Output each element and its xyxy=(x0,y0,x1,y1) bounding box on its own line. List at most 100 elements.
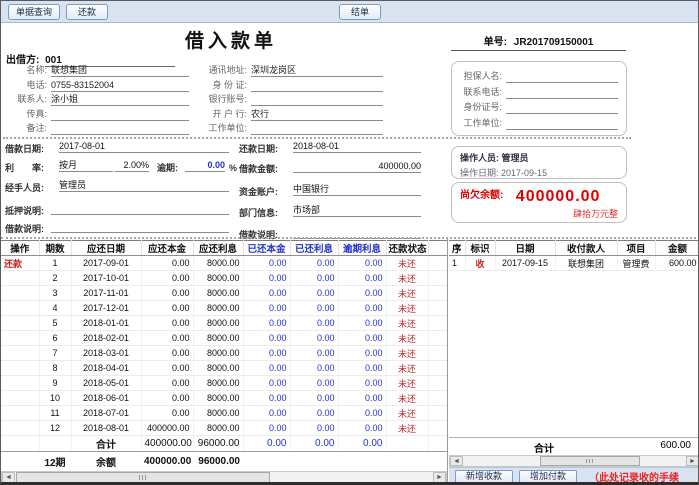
cell-due-interest: 8000.00 xyxy=(193,421,243,436)
cell-overdue-interest: 0.00 xyxy=(338,301,386,316)
cell-status: 未还 xyxy=(386,271,428,286)
scroll-right-icon[interactable]: ► xyxy=(686,456,699,466)
schedule-summary-table: 12期 余额 400000.00 96000.00 xyxy=(1,453,447,469)
cell-period: 10 xyxy=(39,391,71,406)
schedule-scroll-thumb[interactable] xyxy=(16,472,270,483)
overdue-rate-label: 逾期: xyxy=(157,161,178,174)
payments-total-divider xyxy=(449,437,699,438)
balance-box: 尚欠余额: 400000.00 肆拾万元整 xyxy=(451,182,627,223)
field-label: 银行账号: xyxy=(199,93,247,106)
cell-period: 12 xyxy=(39,421,71,436)
field-input[interactable]: 0755-83152004 xyxy=(51,79,189,92)
schedule-total-row: 合计 400000.00 96000.00 0.00 0.00 0.00 xyxy=(1,436,447,452)
field-input[interactable]: 涂小姐 xyxy=(51,93,189,106)
repay-row-link[interactable]: 还款 xyxy=(4,259,22,269)
query-button[interactable]: 单据查询 xyxy=(8,4,60,20)
field-label: 备注: xyxy=(3,122,47,135)
col-header-amount: 金额 xyxy=(655,241,699,256)
cell-clipped xyxy=(428,376,447,391)
field-input[interactable] xyxy=(506,70,618,83)
schedule-table: 操作 期数 应还日期 应还本金 应还利息 已还本金 已还利息 逾期利息 还款状态… xyxy=(1,240,447,452)
field-input[interactable] xyxy=(251,79,383,92)
schedule-hscrollbar[interactable]: ◄ ► xyxy=(1,471,447,484)
doc-number: 单号: JR201709150001 xyxy=(451,33,626,51)
cell-due-interest: 8000.00 xyxy=(193,361,243,376)
toolbar: 单据查询 还款 结单 xyxy=(1,1,699,23)
fund-account-label: 资金账户: xyxy=(239,185,278,198)
schedule-row: 11 2018-07-01 0.00 8000.00 0.00 0.00 0.0… xyxy=(1,406,447,421)
cell-tag: 收 xyxy=(465,256,495,271)
field-input[interactable] xyxy=(51,108,189,121)
handler-field[interactable]: 管理员 xyxy=(59,179,229,192)
borrow-note-label: 借款说明: xyxy=(5,222,44,235)
payments-button-bar: 新增收款 增加付款 （此处记录收的手续 xyxy=(449,467,699,485)
field-input[interactable] xyxy=(251,122,383,135)
summary-interest: 96000.00 xyxy=(193,453,243,469)
repay-button[interactable]: 还款 xyxy=(66,4,108,20)
scroll-grip-icon xyxy=(139,475,148,480)
close-bill-button[interactable]: 结单 xyxy=(339,4,381,20)
scroll-left-icon[interactable]: ◄ xyxy=(2,472,15,483)
pledge-field[interactable] xyxy=(51,202,229,215)
page-title: 借入款单 xyxy=(151,26,311,53)
department-field[interactable]: 市场部 xyxy=(293,204,421,217)
payments-table: 序 标识 日期 收付款人 项目 金额 1 收 2017-09-15 联想集团 管 xyxy=(449,240,699,271)
repay-date-field[interactable]: 2018-08-01 xyxy=(293,140,421,153)
field-input[interactable] xyxy=(51,122,189,135)
rate-value-field[interactable]: 2.00% xyxy=(115,159,149,172)
doc-number-label: 单号: xyxy=(484,37,507,48)
cell-due-date: 2018-04-01 xyxy=(71,361,141,376)
scroll-left-icon[interactable]: ◄ xyxy=(450,456,463,466)
cell-paid-interest: 0.00 xyxy=(290,286,338,301)
payments-scroll-thumb[interactable] xyxy=(540,456,640,466)
repay-date-label: 还款日期: xyxy=(239,142,278,155)
borrow-date-field[interactable]: 2017-08-01 xyxy=(59,140,229,153)
cell-due-interest: 8000.00 xyxy=(193,316,243,331)
loan-amount-field[interactable]: 400000.00 xyxy=(293,160,421,173)
borrow-note-field[interactable] xyxy=(51,220,229,233)
field-input[interactable]: 农行 xyxy=(251,108,383,121)
col-header-paid-principal: 已还本金 xyxy=(243,241,290,256)
cell-overdue-interest: 0.00 xyxy=(338,286,386,301)
cell-period: 11 xyxy=(39,406,71,421)
cell-paid-interest: 0.00 xyxy=(290,376,338,391)
form-field-row: 传真: xyxy=(3,107,189,121)
cell-status: 未还 xyxy=(386,331,428,346)
cell-due-interest: 8000.00 xyxy=(193,376,243,391)
fund-account-field[interactable]: 中国银行 xyxy=(293,183,421,196)
cell-paid-principal: 0.00 xyxy=(243,256,290,271)
form-field-row: 银行账号: xyxy=(199,92,383,106)
operator-label: 操作人员: xyxy=(460,153,499,163)
field-input[interactable] xyxy=(506,86,618,99)
cell-period: 9 xyxy=(39,376,71,391)
cell-due-date: 2017-12-01 xyxy=(71,301,141,316)
cell-clipped xyxy=(428,271,447,286)
cell-due-date: 2018-07-01 xyxy=(71,406,141,421)
field-label: 通讯地址: xyxy=(199,64,247,77)
field-input[interactable] xyxy=(251,93,383,106)
scroll-right-icon[interactable]: ► xyxy=(433,472,446,483)
payments-hscrollbar[interactable]: ◄ ► xyxy=(449,455,699,467)
field-input[interactable] xyxy=(506,101,618,114)
field-label: 开 户 行: xyxy=(199,108,247,121)
add-payment-button[interactable]: 增加付款 xyxy=(519,470,577,483)
field-input[interactable]: 联想集团 xyxy=(51,64,189,77)
cell-paid-interest: 0.00 xyxy=(290,271,338,286)
cell-paid-principal: 0.00 xyxy=(243,376,290,391)
cell-overdue-interest: 0.00 xyxy=(338,406,386,421)
cell-paid-interest: 0.00 xyxy=(290,421,338,436)
overdue-rate-field[interactable]: 0.00 xyxy=(185,159,225,172)
cell-paid-interest: 0.00 xyxy=(290,391,338,406)
field-input[interactable]: 深圳龙岗区 xyxy=(251,64,383,77)
field-input[interactable] xyxy=(506,117,618,130)
schedule-row: 5 2018-01-01 0.00 8000.00 0.00 0.00 0.00… xyxy=(1,316,447,331)
cell-status: 未还 xyxy=(386,376,428,391)
borrow-date-label: 借款日期: xyxy=(5,142,44,155)
add-receipt-button[interactable]: 新增收款 xyxy=(455,470,513,483)
fee-note: （此处记录收的手续 xyxy=(589,469,679,484)
cell-period: 2 xyxy=(39,271,71,286)
rate-mode-field[interactable]: 按月 xyxy=(59,159,113,172)
schedule-row: 8 2018-04-01 0.00 8000.00 0.00 0.00 0.00… xyxy=(1,361,447,376)
form-field-row: 开 户 行: 农行 xyxy=(199,107,383,121)
field-label: 名称: xyxy=(3,64,47,77)
